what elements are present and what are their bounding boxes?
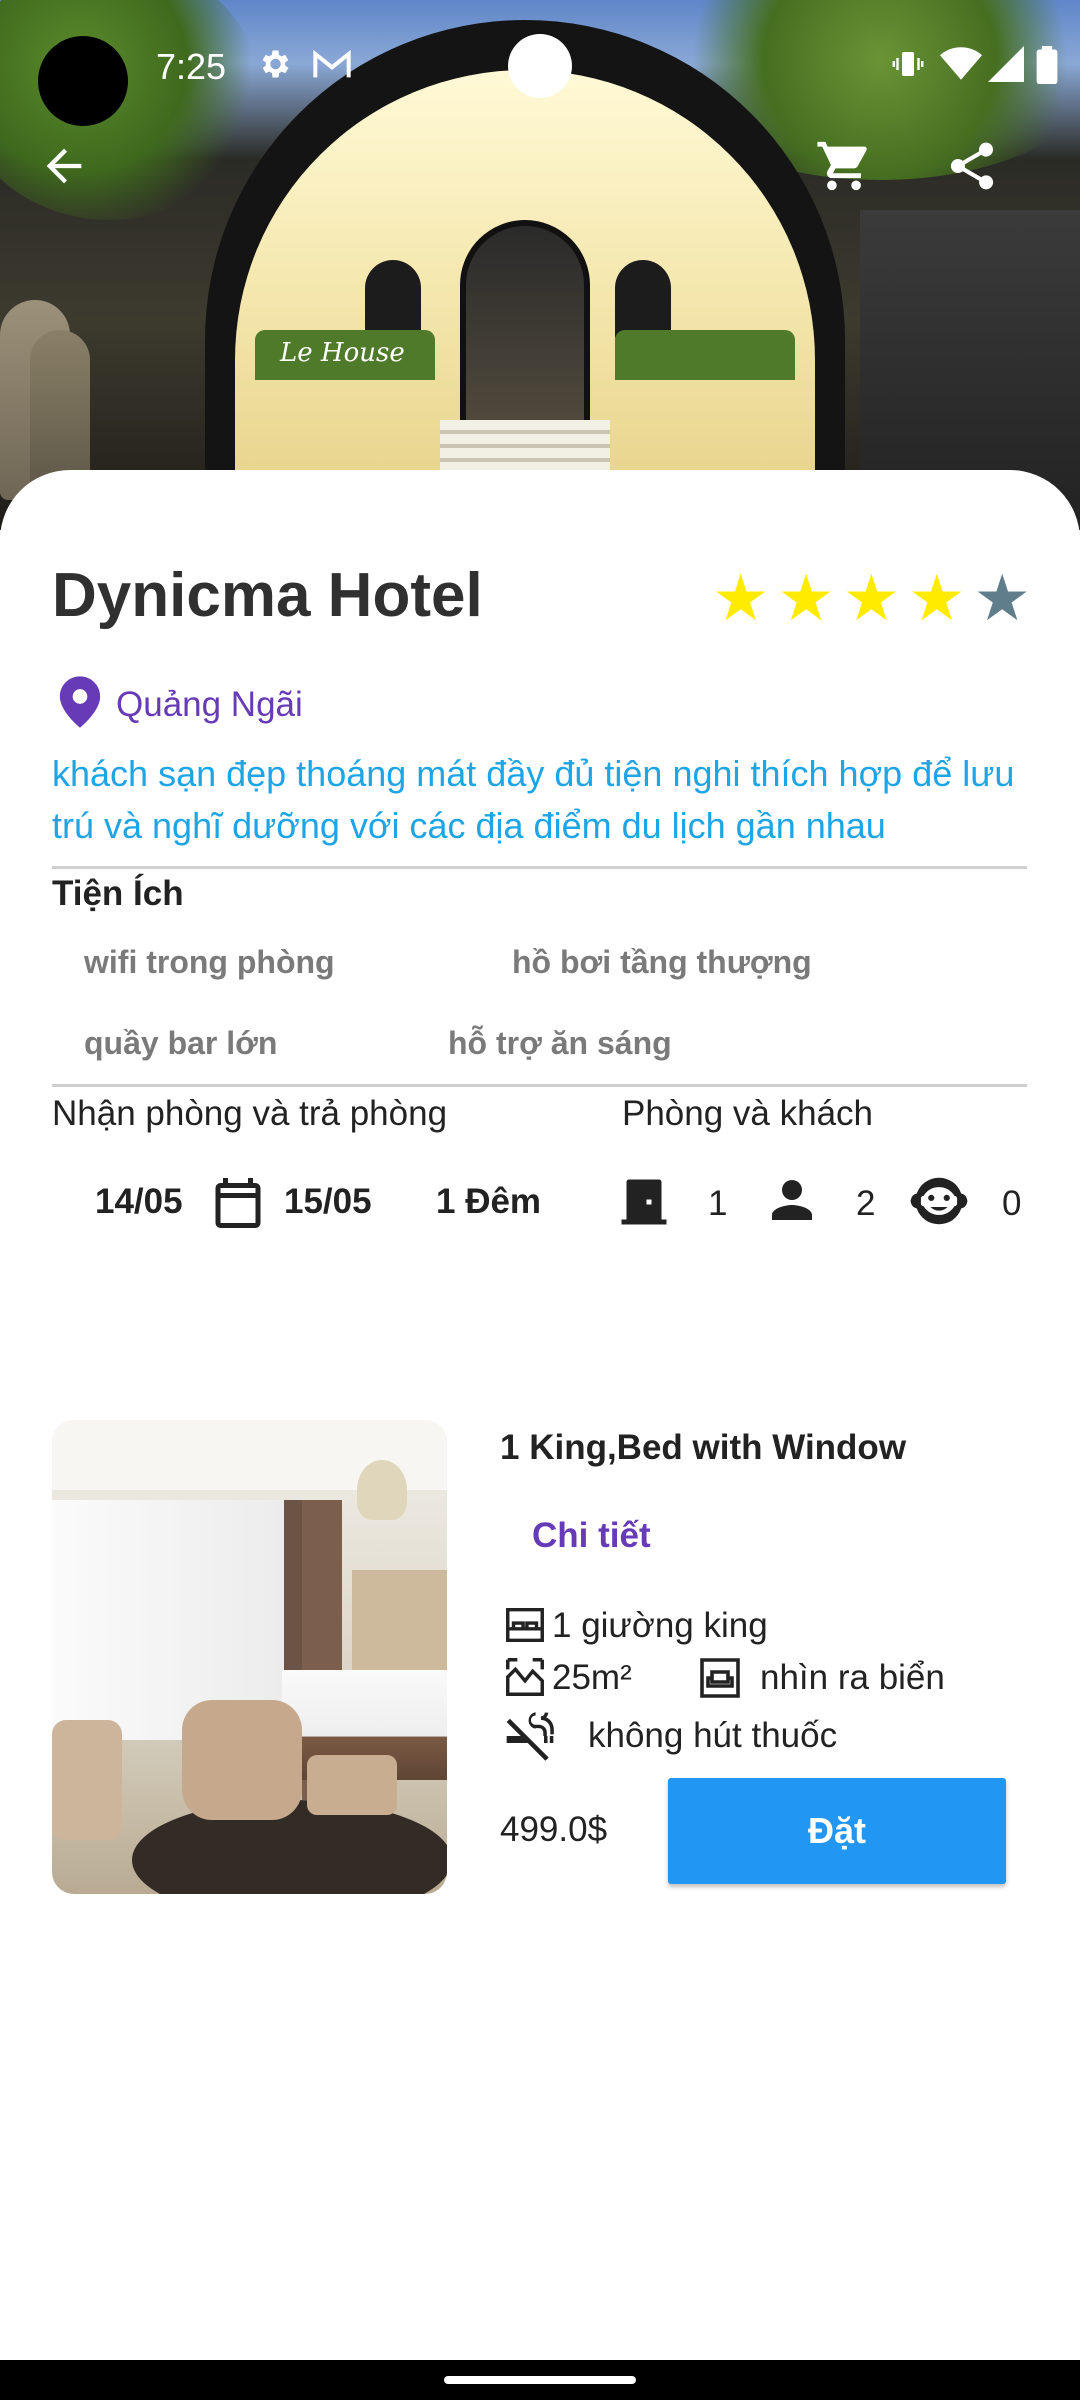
room-ottoman [307, 1755, 397, 1815]
star-filled-icon: ★ [842, 562, 901, 634]
hero-window-right [615, 260, 671, 338]
child-face-icon [906, 1170, 972, 1237]
app-screen: Le House 7:25 Dynicma Hotel ★ ★ ★ ★ ★ Qu… [0, 0, 1080, 2400]
divider [52, 866, 1027, 869]
wifi-icon [940, 46, 982, 91]
battery-icon [1036, 46, 1058, 93]
room-title: 1 King,Bed with Window [500, 1428, 907, 1467]
room-price: 499.0$ [500, 1810, 608, 1849]
amenity-item: quầy bar lớn [84, 1025, 278, 1061]
room-view-text: nhìn ra biển [760, 1658, 945, 1697]
hotel-name: Dynicma Hotel [52, 561, 483, 630]
room-detail-link[interactable]: Chi tiết [532, 1516, 651, 1556]
room-area-text: 25m² [552, 1658, 632, 1697]
room-photo[interactable] [52, 1420, 447, 1894]
camera-cutout [38, 36, 128, 126]
guests-label: Phòng và khách [622, 1094, 874, 1133]
bed-icon [502, 1602, 548, 1653]
checkin-date[interactable]: 14/05 [95, 1182, 183, 1222]
room-chair [52, 1720, 122, 1840]
signal-icon [988, 46, 1024, 91]
home-indicator[interactable] [444, 2376, 636, 2384]
person-icon [762, 1170, 822, 1235]
status-time: 7:25 [156, 46, 227, 87]
hotel-description: khách sạn đẹp thoáng mát đầy đủ tiện ngh… [52, 753, 1015, 846]
share-button[interactable] [930, 126, 1014, 210]
cart-button[interactable] [802, 126, 886, 210]
location-text: Quảng Ngãi [116, 684, 303, 724]
nights-count: 1 Đêm [436, 1182, 542, 1221]
amenities-title: Tiện Ích [52, 874, 184, 913]
rooms-count[interactable]: 1 [708, 1184, 727, 1224]
vibrate-icon [888, 46, 928, 91]
room-bed-text: 1 giường king [552, 1606, 768, 1645]
divider [52, 1084, 1027, 1087]
star-empty-icon: ★ [973, 562, 1031, 634]
amenity-item: hồ bơi tầng thượng [512, 944, 812, 980]
room-smoking-text: không hút thuốc [588, 1716, 838, 1755]
front-camera-dot [508, 34, 572, 98]
hero-planter-right [615, 330, 795, 380]
hotel-location[interactable]: Quảng Ngãi [58, 676, 303, 733]
gmail-status-icon [312, 46, 352, 91]
shopping-cart-icon [815, 137, 873, 200]
room-chandelier [357, 1460, 407, 1520]
back-button[interactable] [22, 126, 106, 210]
settings-status-icon [256, 46, 292, 91]
book-button[interactable]: Đặt [668, 1778, 1006, 1884]
sofa-view-icon [696, 1654, 744, 1707]
star-filled-icon: ★ [908, 562, 966, 634]
children-count[interactable]: 0 [1002, 1184, 1021, 1224]
amenity-item: hỗ trợ ăn sáng [448, 1025, 672, 1061]
checkout-date[interactable]: 15/05 [284, 1182, 372, 1222]
hero-hotel-sign: Le House [280, 338, 405, 368]
no-smoking-icon [500, 1708, 560, 1769]
star-rating: ★ ★ ★ ★ ★ [712, 566, 1031, 630]
star-filled-icon: ★ [712, 562, 770, 634]
hero-window-left [365, 260, 421, 338]
star-filled-icon: ★ [777, 562, 835, 634]
amenity-item: wifi trong phòng [84, 944, 335, 980]
checkin-label: Nhận phòng và trả phòng [52, 1094, 448, 1133]
adults-count[interactable]: 2 [856, 1184, 875, 1224]
arrow-back-icon [38, 140, 90, 197]
calendar-icon[interactable] [208, 1172, 268, 1239]
location-pin-icon [58, 676, 102, 733]
door-icon [614, 1172, 674, 1237]
room-armchair [182, 1700, 302, 1820]
status-bar: 7:25 [0, 0, 1080, 126]
area-icon [502, 1654, 548, 1705]
share-icon [944, 138, 1000, 199]
